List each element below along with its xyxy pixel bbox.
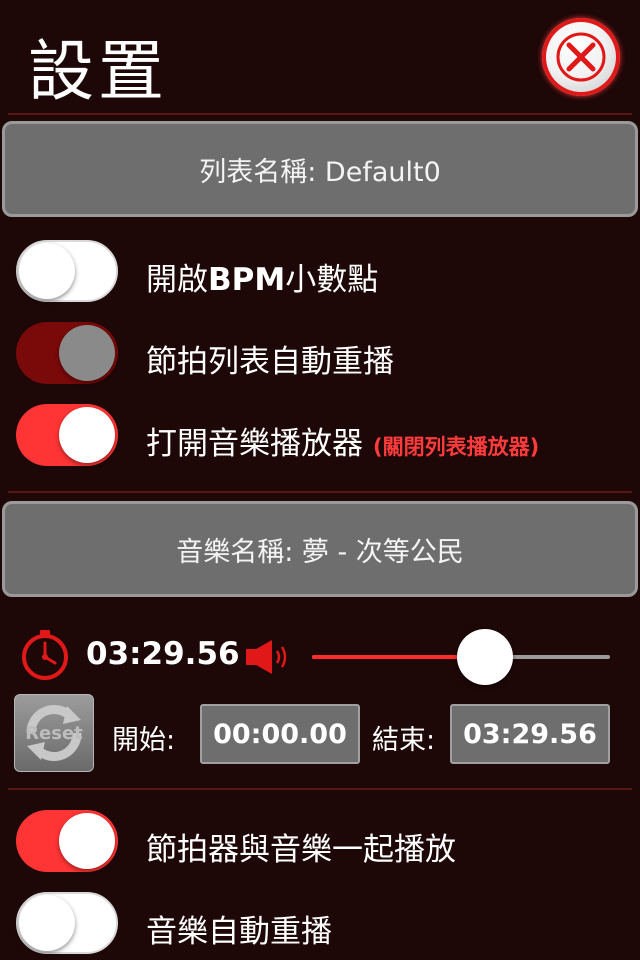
music-autoreplay-label: 音樂自動重播 bbox=[146, 914, 332, 950]
bpm-label-suffix: 小數點 bbox=[285, 262, 379, 298]
play-with-music-label: 節拍器與音樂一起播放 bbox=[146, 832, 456, 868]
end-time-value: 03:29.56 bbox=[463, 718, 597, 750]
music-player-label-text: 打開音樂播放器 bbox=[146, 426, 363, 462]
start-time-value: 00:00.00 bbox=[213, 718, 347, 750]
close-button[interactable] bbox=[542, 18, 620, 96]
current-time: 03:29.56 bbox=[86, 636, 240, 672]
clock-icon bbox=[22, 630, 68, 680]
reset-button[interactable]: Reset bbox=[14, 694, 94, 772]
music-player-note: (關閉列表播放器) bbox=[373, 435, 540, 459]
volume-slider[interactable] bbox=[312, 629, 610, 685]
divider bbox=[8, 113, 632, 115]
bpm-decimal-label: 開啟BPM小數點 bbox=[146, 254, 378, 299]
volume-slider-knob[interactable] bbox=[456, 629, 513, 685]
end-label: 結束: bbox=[372, 725, 436, 756]
toggle-knob bbox=[59, 325, 115, 381]
reset-label: Reset bbox=[25, 722, 83, 744]
toggle-knob bbox=[19, 895, 75, 951]
bpm-label-prefix: 開啟 bbox=[146, 262, 208, 298]
toggle-knob bbox=[59, 407, 115, 463]
close-icon bbox=[556, 32, 606, 82]
music-name-button[interactable]: 音樂名稱: 夢 - 次等公民 bbox=[2, 501, 638, 597]
music-name-label: 音樂名稱: 夢 - 次等公民 bbox=[176, 536, 464, 568]
start-time-field[interactable]: 00:00.00 bbox=[200, 704, 360, 764]
music-autoreplay-toggle[interactable] bbox=[16, 892, 118, 954]
start-label: 開始: bbox=[112, 725, 176, 756]
toggle-knob bbox=[59, 813, 115, 869]
bpm-label-bold: BPM bbox=[208, 262, 286, 298]
list-autoreplay-toggle[interactable] bbox=[16, 322, 118, 384]
playlist-name-button[interactable]: 列表名稱: Default0 bbox=[2, 121, 638, 217]
bpm-decimal-toggle[interactable] bbox=[16, 240, 118, 302]
playlist-name-label: 列表名稱: Default0 bbox=[199, 156, 441, 188]
divider bbox=[8, 491, 632, 493]
list-autoreplay-label: 節拍列表自動重播 bbox=[146, 344, 394, 380]
music-player-label: 打開音樂播放器 (關閉列表播放器) bbox=[146, 418, 539, 463]
toggle-knob bbox=[19, 243, 75, 299]
play-with-music-toggle[interactable] bbox=[16, 810, 118, 872]
end-time-field[interactable]: 03:29.56 bbox=[450, 704, 610, 764]
music-player-toggle[interactable] bbox=[16, 404, 118, 466]
speaker-icon bbox=[246, 640, 287, 674]
divider bbox=[8, 788, 632, 790]
page-title: 設置 bbox=[28, 33, 168, 110]
